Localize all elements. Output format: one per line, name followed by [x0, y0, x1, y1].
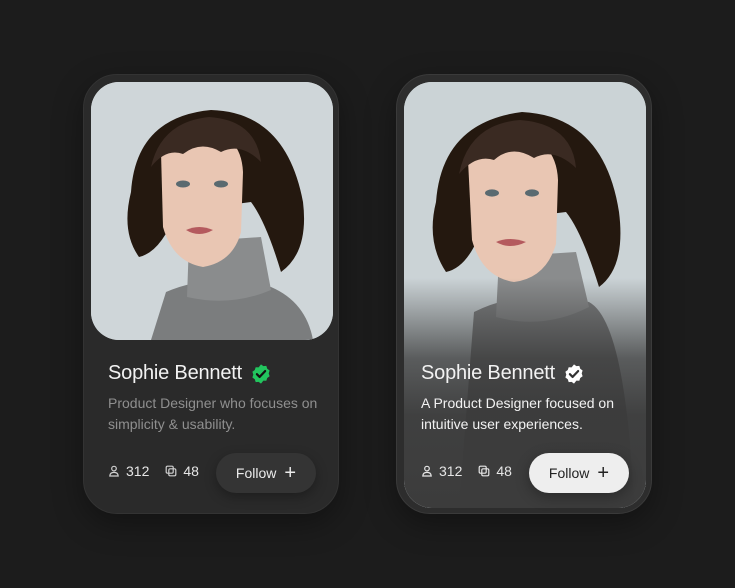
projects-stat: 48	[478, 463, 512, 479]
profile-name: Sophie Bennett	[421, 362, 555, 384]
verified-badge-icon	[252, 363, 270, 384]
profile-bio: Product Designer who focuses on simplici…	[108, 395, 318, 432]
profile-card-2: Sophie Bennett A Product Designer focuse…	[396, 74, 652, 514]
copy-icon	[478, 465, 490, 477]
profile-photo	[91, 82, 333, 340]
followers-stat: 312	[108, 463, 149, 479]
name-row: Sophie Bennett	[108, 362, 272, 385]
follow-button[interactable]: Follow +	[529, 453, 629, 493]
follow-button[interactable]: Follow +	[216, 453, 316, 493]
follow-label: Follow	[235, 465, 277, 481]
followers-count: 312	[439, 463, 463, 479]
user-icon	[109, 465, 119, 477]
profile-stats: 312 48	[108, 463, 199, 479]
portrait-image	[91, 82, 333, 340]
projects-count: 48	[183, 463, 199, 479]
verified-badge-icon	[565, 363, 583, 384]
plus-icon: +	[284, 462, 297, 484]
profile-bio: A Product Designer focused on intuitive …	[421, 395, 615, 432]
plus-icon: +	[597, 462, 610, 484]
user-icon	[422, 465, 432, 477]
projects-count: 48	[496, 463, 512, 479]
followers-stat: 312	[421, 463, 462, 479]
profile-photo	[404, 82, 646, 508]
follow-label: Follow	[548, 465, 590, 481]
followers-count: 312	[126, 463, 150, 479]
projects-stat: 48	[165, 463, 199, 479]
profile-card-1: Sophie Bennett Product Designer who focu…	[83, 74, 339, 514]
profile-stats: 312 48	[421, 463, 512, 479]
profile-name: Sophie Bennett	[108, 362, 242, 384]
name-row: Sophie Bennett	[421, 362, 585, 385]
copy-icon	[165, 465, 177, 477]
